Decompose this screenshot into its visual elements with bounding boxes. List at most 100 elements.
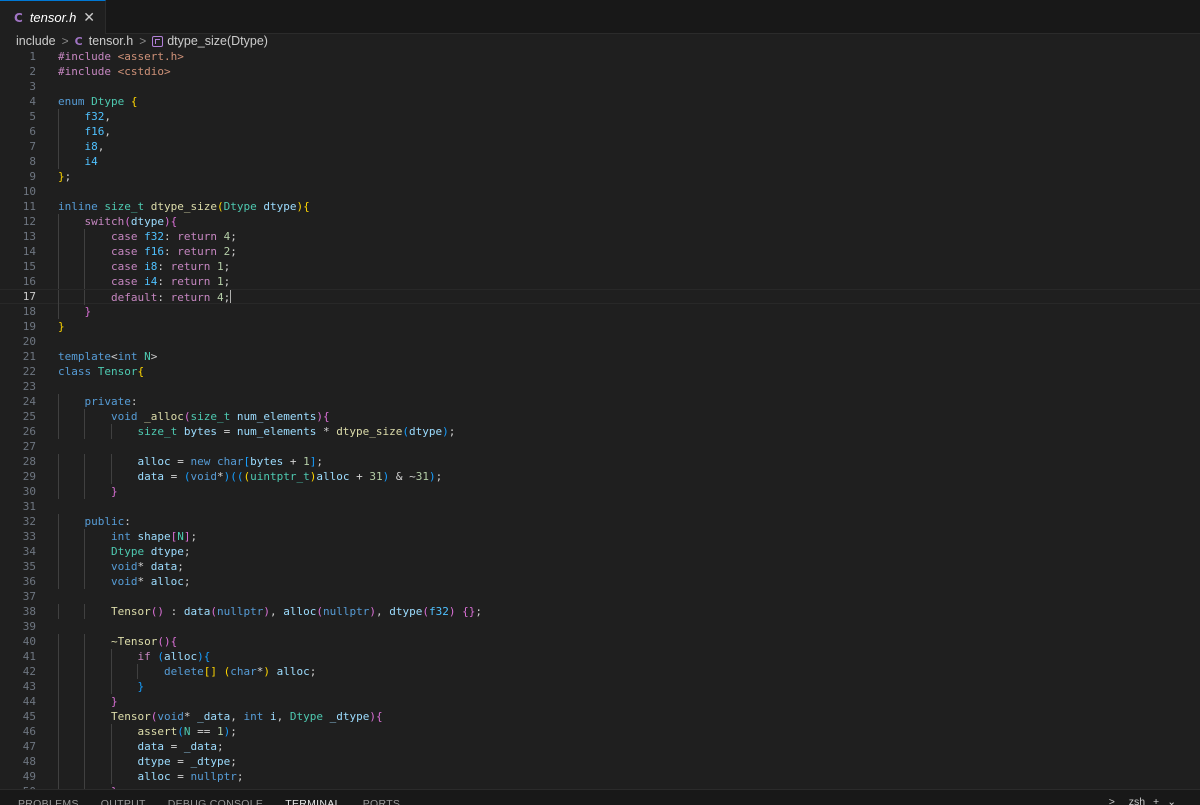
code-line[interactable]: 25 void _alloc(size_t num_elements){ [0,409,1200,424]
panel-actions: >_ zsh + ⌄ [1101,790,1176,805]
panel-tab-debug-console[interactable]: DEBUG CONSOLE [168,790,264,805]
code-line[interactable]: 18 } [0,304,1200,319]
code-token: ) [428,470,436,483]
code-line[interactable]: 45 Tensor(void* _data, int i, Dtype _dty… [0,709,1200,724]
code-token: * [137,560,151,573]
code-line[interactable]: 16 case i4: return 1; [0,274,1200,289]
code-token: num_elements [236,410,317,423]
code-line[interactable]: 5 f32, [0,109,1200,124]
breadcrumb-file[interactable]: tensor.h [89,34,133,48]
code-text: case i8: return 1; [58,259,230,274]
code-token: data [137,740,171,753]
breadcrumb-folder[interactable]: include [16,34,56,48]
code-line[interactable]: 36 void* alloc; [0,574,1200,589]
add-terminal-icon[interactable]: + [1153,796,1159,805]
code-line[interactable]: 38 Tensor() : data(nullptr), alloc(nullp… [0,604,1200,619]
code-line[interactable]: 40 ~Tensor(){ [0,634,1200,649]
panel-tab-terminal[interactable]: TERMINAL [285,790,341,805]
code-line[interactable]: 3 [0,79,1200,94]
line-number: 42 [22,665,36,678]
code-token: * [216,470,224,483]
code-line[interactable]: 17 default: return 4; [0,289,1200,305]
code-line[interactable]: 33 int shape[N]; [0,529,1200,544]
editor-tab-bar: C tensor.h ✕ [0,0,1200,34]
code-token: + [289,455,304,468]
code-token: alloc [316,470,357,483]
code-line[interactable]: 13 case f32: return 4; [0,229,1200,244]
terminal-icon[interactable]: >_ [1109,796,1121,805]
panel-tab-ports[interactable]: PORTS [363,790,400,805]
code-token: if [137,650,158,663]
code-line[interactable]: 47 data = _data; [0,739,1200,754]
line-number: 29 [22,470,36,483]
code-line[interactable]: 32 public: [0,514,1200,529]
breadcrumb-symbol[interactable]: dtype_size(Dtype) [167,34,268,48]
panel-tab-output[interactable]: OUTPUT [101,790,146,805]
code-editor[interactable]: 1 #include <assert.h> 2 #include <cstdio> 3 4… [0,49,1200,789]
code-line[interactable]: 1 #include <assert.h> [0,49,1200,64]
code-line[interactable]: 19} [0,319,1200,334]
code-token: return [170,260,217,273]
line-number: 14 [22,245,36,258]
code-line[interactable]: 49 alloc = nullptr; [0,769,1200,784]
code-line[interactable]: 11 inline size_t dtype_size(Dtype dtype){ [0,199,1200,214]
code-line[interactable]: 28 alloc = new char[bytes + 1]; [0,454,1200,469]
close-icon[interactable]: ✕ [83,9,95,26]
code-line[interactable]: 44 } [0,694,1200,709]
code-line[interactable]: 42 delete[] (char*) alloc; [0,664,1200,679]
code-line[interactable]: 7 i8, [0,139,1200,154]
code-line[interactable]: 2 #include <cstdio> [0,64,1200,79]
code-token: class [58,365,98,378]
code-line[interactable]: 24 private: [0,394,1200,409]
code-token: ; [448,425,456,438]
code-token: bytes [250,455,290,468]
code-line[interactable]: 37 [0,589,1200,604]
code-token: _data [197,710,231,723]
code-line[interactable]: 39 [0,619,1200,634]
code-line[interactable]: 12 switch(dtype){ [0,214,1200,229]
code-line[interactable]: 35 void* data; [0,559,1200,574]
code-line[interactable]: 31 [0,499,1200,514]
code-line[interactable]: 27 [0,439,1200,454]
code-token: : [170,605,184,618]
code-line[interactable]: 4 enum Dtype { [0,94,1200,109]
code-line[interactable]: 8 i4 [0,154,1200,169]
chevron-right-icon: > [61,34,69,48]
code-line[interactable]: 34 Dtype dtype; [0,544,1200,559]
chevron-down-icon[interactable]: ⌄ [1167,796,1176,805]
code-line[interactable]: 22 class Tensor{ [0,364,1200,379]
code-line[interactable]: 10 [0,184,1200,199]
code-line[interactable]: 14 case f16: return 2; [0,244,1200,259]
code-line[interactable]: 20 [0,334,1200,349]
code-line[interactable]: 6 f16, [0,124,1200,139]
code-token: ) [316,410,323,423]
code-token: { [375,710,383,723]
code-line[interactable]: 15 case i8: return 1; [0,259,1200,274]
code-token: case [110,260,145,273]
line-number: 13 [22,230,36,243]
code-line[interactable]: 46 assert(N == 1); [0,724,1200,739]
code-line[interactable]: 43 } [0,679,1200,694]
code-token: ; [190,530,198,543]
code-line[interactable]: 21 template<int N> [0,349,1200,364]
code-token: { [130,95,138,108]
code-token: ; [236,770,244,783]
tab-tensor-h[interactable]: C tensor.h ✕ [0,0,106,34]
code-line[interactable]: 9}; [0,169,1200,184]
panel-tab-problems[interactable]: PROBLEMS [18,790,79,805]
line-number: 43 [22,680,36,693]
code-line[interactable]: 30 } [0,484,1200,499]
code-text: public: [58,514,131,529]
code-line[interactable]: 23 [0,379,1200,394]
code-line[interactable]: 29 data = (void*)(((uintptr_t)alloc + 31… [0,469,1200,484]
code-token: ( [210,605,217,618]
code-token: 1 [216,275,224,288]
code-line[interactable]: 26 size_t bytes = num_elements * dtype_s… [0,424,1200,439]
code-line[interactable]: 41 if (alloc){ [0,649,1200,664]
code-line[interactable]: 48 dtype = _dtype; [0,754,1200,769]
